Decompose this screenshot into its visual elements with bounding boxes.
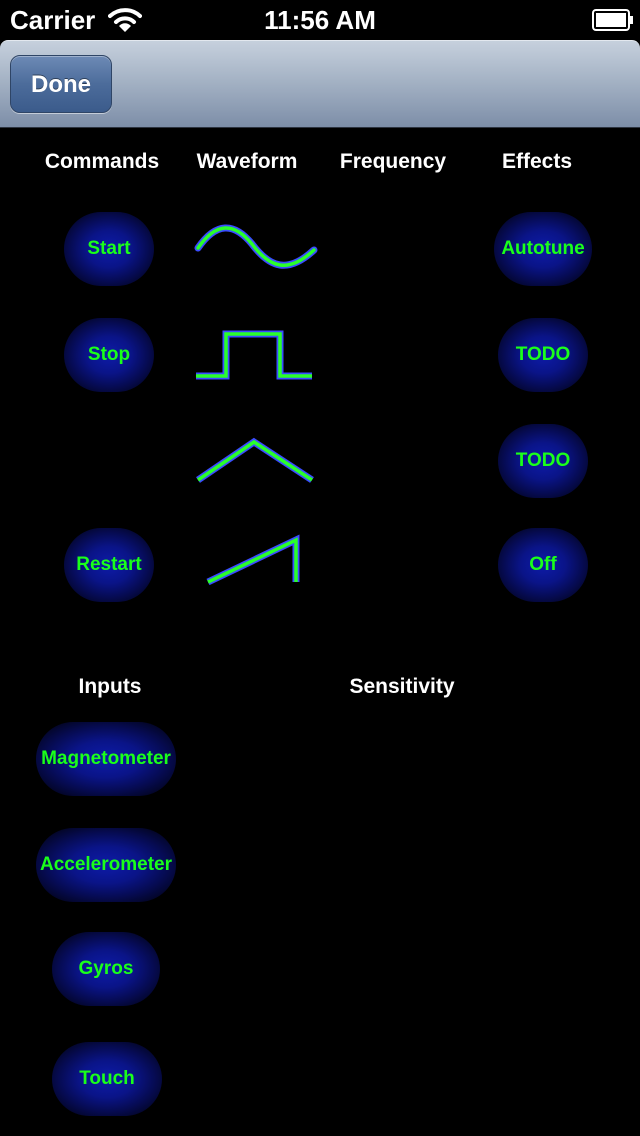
screen: Carrier 11:56 AM Done Commands Waveform … — [0, 0, 640, 1136]
stop-button[interactable]: Stop — [64, 318, 154, 392]
start-button[interactable]: Start — [64, 212, 154, 286]
battery-icon — [592, 9, 633, 31]
navigation-bar: Done — [0, 40, 640, 128]
clock-label: 11:56 AM — [264, 5, 376, 35]
autotune-button[interactable]: Autotune — [494, 212, 592, 286]
sensitivity-header: Sensitivity — [349, 675, 455, 698]
touch-button[interactable]: Touch — [52, 1042, 162, 1116]
waveform-header: Waveform — [196, 150, 298, 173]
sawtooth-wave-icon[interactable] — [204, 534, 308, 588]
square-wave-icon[interactable] — [194, 328, 318, 384]
todo-effect-button-1[interactable]: TODO — [498, 318, 588, 392]
inputs-header: Inputs — [78, 675, 142, 698]
magnetometer-button[interactable]: Magnetometer — [36, 722, 176, 796]
commands-header: Commands — [44, 150, 160, 173]
sine-wave-icon[interactable] — [194, 222, 318, 278]
status-bar: Carrier 11:56 AM — [0, 0, 640, 40]
frequency-header: Frequency — [339, 150, 447, 173]
todo-effect-button-2[interactable]: TODO — [498, 424, 588, 498]
triangle-wave-icon[interactable] — [194, 436, 318, 486]
off-effect-button[interactable]: Off — [498, 528, 588, 602]
accelerometer-button[interactable]: Accelerometer — [36, 828, 176, 902]
restart-button[interactable]: Restart — [64, 528, 154, 602]
gyros-button[interactable]: Gyros — [52, 932, 160, 1006]
effects-header: Effects — [501, 150, 573, 173]
done-button[interactable]: Done — [10, 55, 112, 113]
